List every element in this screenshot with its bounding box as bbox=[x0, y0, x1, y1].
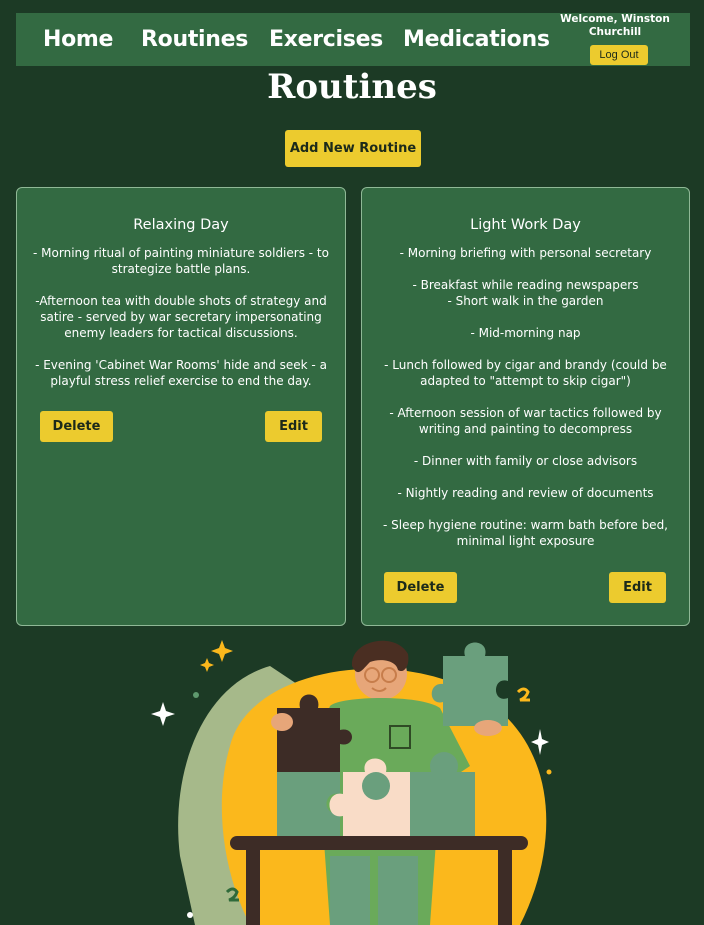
nav-medications-link[interactable]: Medications bbox=[403, 27, 550, 52]
welcome-message: Welcome, Winston Churchill bbox=[560, 13, 670, 38]
logout-button[interactable]: Log Out bbox=[590, 45, 648, 65]
delete-routine-button[interactable]: Delete bbox=[384, 572, 457, 603]
nav-exercises-link[interactable]: Exercises bbox=[269, 27, 383, 52]
edit-routine-button[interactable]: Edit bbox=[609, 572, 666, 603]
add-routine-button[interactable]: Add New Routine bbox=[285, 130, 421, 167]
top-navbar: Home Routines Exercises Medications Welc… bbox=[16, 13, 690, 66]
routine-card-relaxing-day: Relaxing Day - Morning ritual of paintin… bbox=[16, 187, 346, 626]
page-title: Routines bbox=[267, 67, 437, 107]
puzzle-person-illustration bbox=[151, 640, 553, 925]
nav-home-link[interactable]: Home bbox=[43, 27, 113, 52]
routine-description: - Morning briefing with personal secreta… bbox=[383, 246, 668, 548]
edit-routine-button[interactable]: Edit bbox=[265, 411, 322, 442]
sparkle-icon bbox=[211, 640, 233, 662]
routine-title: Relaxing Day bbox=[133, 217, 229, 233]
delete-routine-button[interactable]: Delete bbox=[40, 411, 113, 442]
routine-description: - Morning ritual of painting miniature s… bbox=[33, 246, 329, 388]
nav-routines-link[interactable]: Routines bbox=[141, 27, 248, 52]
routine-card-light-work-day: Light Work Day - Morning briefing with p… bbox=[361, 187, 690, 626]
routine-title: Light Work Day bbox=[470, 217, 581, 233]
